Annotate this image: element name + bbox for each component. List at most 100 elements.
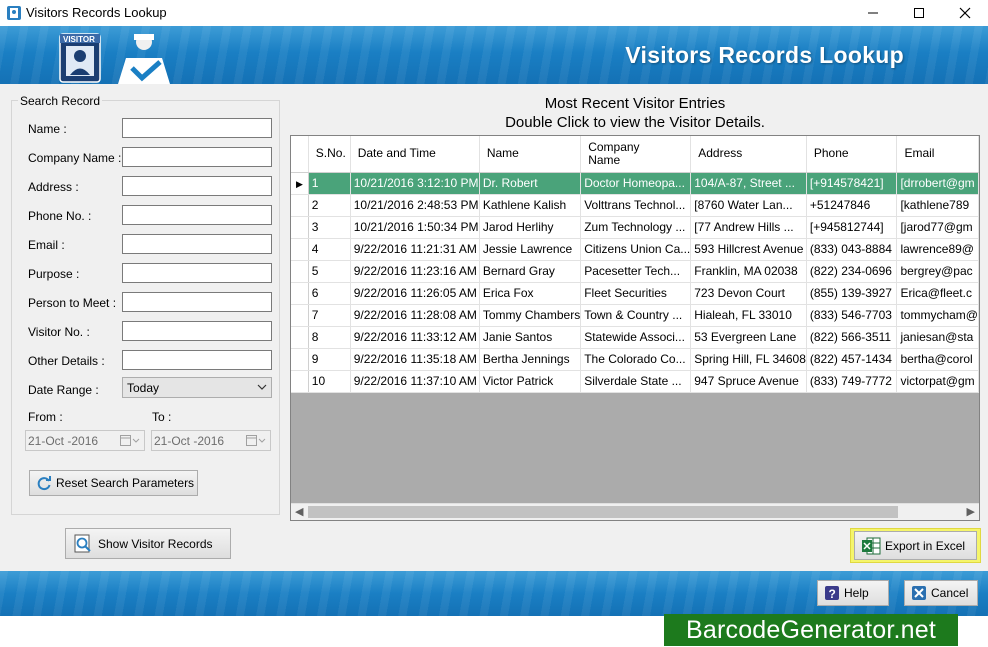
cell-company-name[interactable]: Zum Technology ...	[580, 216, 692, 239]
cell-address[interactable]: 53 Evergreen Lane	[690, 326, 807, 349]
cell-date-time[interactable]: 9/22/2016 11:37:10 AM	[350, 370, 480, 393]
cell-address[interactable]: 104/A-87, Street ...	[690, 172, 807, 195]
cell-phone[interactable]: (822) 234-0696	[806, 260, 898, 283]
cell-company-name[interactable]: The Colorado Co...	[580, 348, 692, 371]
cell-name[interactable]: Tommy Chambers	[479, 304, 582, 327]
row-header[interactable]	[291, 326, 309, 349]
visitor-records-grid[interactable]: S.No. Date and Time Name Company Name Ad…	[290, 135, 980, 521]
cell-email[interactable]: [jarod77@gm	[896, 216, 979, 239]
column-header-date-time[interactable]: Date and Time	[350, 136, 480, 173]
column-header-company-name[interactable]: Company Name	[580, 136, 692, 173]
phone-no-input[interactable]	[122, 205, 272, 225]
cell-phone[interactable]: (833) 043-8884	[806, 238, 898, 261]
cell-address[interactable]: Spring Hill, FL 34608	[690, 348, 807, 371]
cell-address[interactable]: 593 Hillcrest Avenue	[690, 238, 807, 261]
cell-sno[interactable]: 4	[308, 238, 351, 261]
column-header-email[interactable]: Email	[896, 136, 979, 173]
address-input[interactable]	[122, 176, 272, 196]
column-header-phone[interactable]: Phone	[806, 136, 898, 173]
cell-date-time[interactable]: 9/22/2016 11:28:08 AM	[350, 304, 480, 327]
cell-email[interactable]: Erica@fleet.c	[896, 282, 979, 305]
row-header[interactable]	[291, 216, 309, 239]
cell-sno[interactable]: 10	[308, 370, 351, 393]
scroll-right-icon[interactable]: ▶	[967, 505, 975, 518]
scrollbar-thumb[interactable]	[308, 506, 898, 518]
cell-sno[interactable]: 8	[308, 326, 351, 349]
cell-date-time[interactable]: 9/22/2016 11:33:12 AM	[350, 326, 480, 349]
cell-email[interactable]: victorpat@gm	[896, 370, 979, 393]
to-date-picker[interactable]: 21-Oct -2016	[151, 430, 271, 451]
cell-phone[interactable]: (833) 749-7772	[806, 370, 898, 393]
cell-sno[interactable]: 2	[308, 194, 351, 217]
cell-company-name[interactable]: Doctor Homeopa...	[580, 172, 692, 195]
cell-address[interactable]: Franklin, MA 02038	[690, 260, 807, 283]
cell-sno[interactable]: 9	[308, 348, 351, 371]
row-header[interactable]	[291, 238, 309, 261]
horizontal-scrollbar[interactable]: ◀ ▶	[291, 503, 979, 520]
cell-address[interactable]: [8760 Water Lan...	[690, 194, 807, 217]
table-row[interactable]: ▶ 1 10/21/2016 3:12:10 PM Dr. Robert Doctor …	[291, 172, 979, 195]
cell-company-name[interactable]: Fleet Securities	[580, 282, 692, 305]
table-row[interactable]: 7 9/22/2016 11:28:08 AM Tommy Chambers Town…	[291, 304, 979, 327]
cell-name[interactable]: Dr. Robert	[479, 172, 582, 195]
cell-company-name[interactable]: Volttrans Technol...	[580, 194, 692, 217]
cell-address[interactable]: 723 Devon Court	[690, 282, 807, 305]
row-header[interactable]	[291, 282, 309, 305]
cell-phone[interactable]: (822) 457-1434	[806, 348, 898, 371]
cell-address[interactable]: [77 Andrew Hills ...	[690, 216, 807, 239]
company-name-input[interactable]	[122, 147, 272, 167]
other-details-input[interactable]	[122, 350, 272, 370]
cell-phone[interactable]: (855) 139-3927	[806, 282, 898, 305]
cancel-button[interactable]: Cancel	[904, 580, 978, 606]
cell-company-name[interactable]: Town & Country ...	[580, 304, 692, 327]
cell-date-time[interactable]: 10/21/2016 2:48:53 PM	[350, 194, 480, 217]
table-row[interactable]: 10 9/22/2016 11:37:10 AM Victor Patrick Sil…	[291, 370, 979, 393]
cell-date-time[interactable]: 10/21/2016 3:12:10 PM	[350, 172, 480, 195]
table-row[interactable]: 3 10/21/2016 1:50:34 PM Jarod Herlihy Zum T…	[291, 216, 979, 239]
show-visitor-records-button[interactable]: Show Visitor Records	[65, 528, 231, 559]
cell-name[interactable]: Victor Patrick	[479, 370, 582, 393]
table-row[interactable]: 6 9/22/2016 11:26:05 AM Erica Fox Fleet Sec…	[291, 282, 979, 305]
row-header[interactable]: ▶	[291, 172, 309, 195]
cell-name[interactable]: Jarod Herlihy	[479, 216, 582, 239]
name-input[interactable]	[122, 118, 272, 138]
row-header[interactable]	[291, 304, 309, 327]
cell-phone[interactable]: [+945812744]	[806, 216, 898, 239]
cell-name[interactable]: Bertha Jennings	[479, 348, 582, 371]
cell-company-name[interactable]: Citizens Union Ca...	[580, 238, 692, 261]
cell-company-name[interactable]: Statewide Associ...	[580, 326, 692, 349]
cell-address[interactable]: Hialeah, FL 33010	[690, 304, 807, 327]
date-range-select[interactable]: Today	[122, 377, 272, 398]
scroll-left-icon[interactable]: ◀	[295, 505, 303, 518]
export-in-excel-button[interactable]: Export in Excel	[854, 531, 977, 560]
cell-date-time[interactable]: 9/22/2016 11:26:05 AM	[350, 282, 480, 305]
cell-email[interactable]: janiesan@sta	[896, 326, 979, 349]
cell-address[interactable]: 947 Spruce Avenue	[690, 370, 807, 393]
cell-sno[interactable]: 5	[308, 260, 351, 283]
cell-phone[interactable]: (822) 566-3511	[806, 326, 898, 349]
cell-email[interactable]: bertha@corol	[896, 348, 979, 371]
cell-name[interactable]: Erica Fox	[479, 282, 582, 305]
visitor-no-input[interactable]	[122, 321, 272, 341]
cell-date-time[interactable]: 10/21/2016 1:50:34 PM	[350, 216, 480, 239]
table-row[interactable]: 9 9/22/2016 11:35:18 AM Bertha Jennings The…	[291, 348, 979, 371]
column-header-address[interactable]: Address	[690, 136, 807, 173]
table-row[interactable]: 2 10/21/2016 2:48:53 PM Kathlene Kalish Vol…	[291, 194, 979, 217]
cell-email[interactable]: bergrey@pac	[896, 260, 979, 283]
cell-company-name[interactable]: Silverdale State ...	[580, 370, 692, 393]
cell-name[interactable]: Kathlene Kalish	[479, 194, 582, 217]
cell-email[interactable]: [kathlene789	[896, 194, 979, 217]
reset-search-parameters-button[interactable]: Reset Search Parameters	[29, 470, 198, 496]
cell-email[interactable]: tommycham@	[896, 304, 979, 327]
cell-name[interactable]: Janie Santos	[479, 326, 582, 349]
table-row[interactable]: 5 9/22/2016 11:23:16 AM Bernard Gray Pacese…	[291, 260, 979, 283]
column-header-sno[interactable]: S.No.	[308, 136, 351, 173]
cell-sno[interactable]: 3	[308, 216, 351, 239]
purpose-input[interactable]	[122, 263, 272, 283]
cell-phone[interactable]: [+914578421]	[806, 172, 898, 195]
cell-email[interactable]: lawrence89@	[896, 238, 979, 261]
minimize-button[interactable]	[850, 0, 896, 26]
cell-date-time[interactable]: 9/22/2016 11:35:18 AM	[350, 348, 480, 371]
table-row[interactable]: 4 9/22/2016 11:21:31 AM Jessie Lawrence Cit…	[291, 238, 979, 261]
cell-sno[interactable]: 7	[308, 304, 351, 327]
